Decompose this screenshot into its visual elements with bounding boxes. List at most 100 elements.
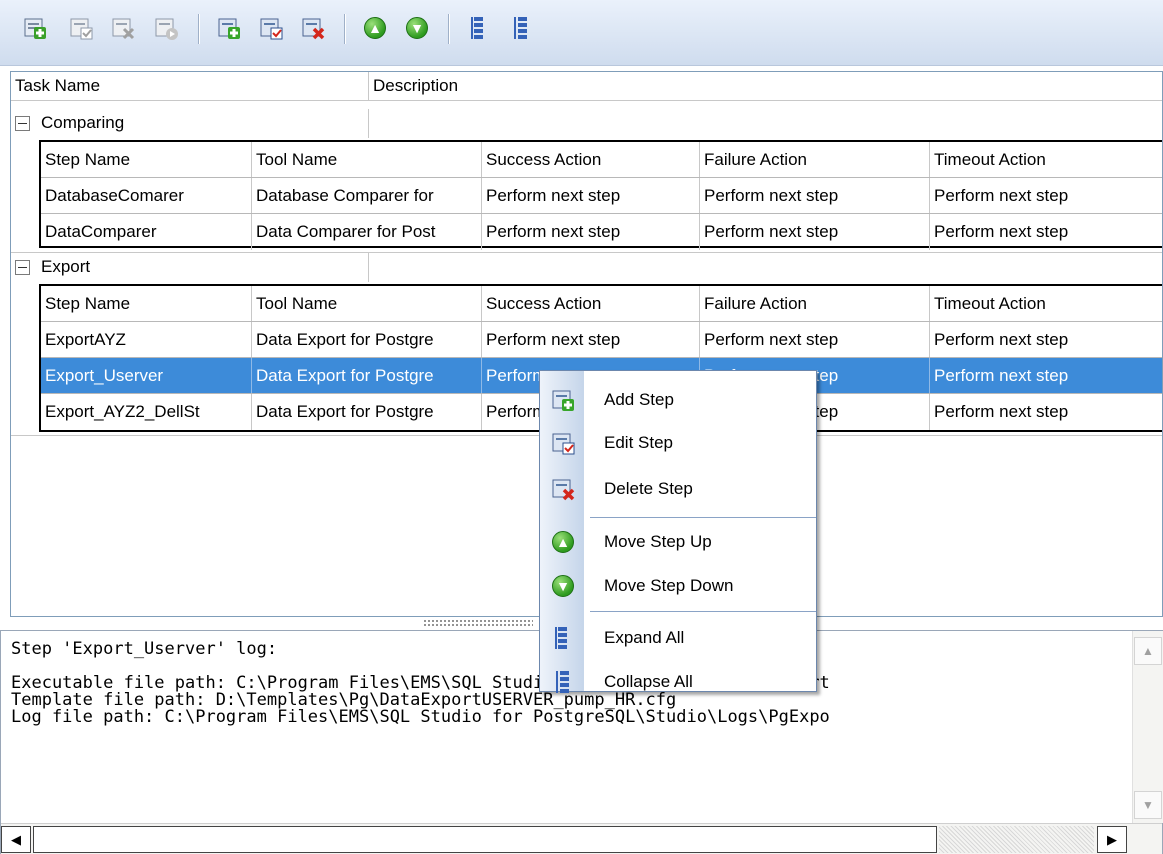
arrow-up-icon-wrap: ▲: [550, 529, 576, 555]
arrow-down-icon-wrap: ▼: [550, 573, 576, 599]
column-header-task-name[interactable]: Task Name: [11, 72, 369, 100]
timeout-action: Perform next step: [934, 366, 1069, 385]
scroll-down-button[interactable]: ▼: [1134, 791, 1162, 819]
grid-header: Task Name Description: [11, 72, 1162, 101]
move-up-button[interactable]: ▲: [360, 13, 390, 43]
edit-step-icon: [550, 430, 576, 456]
edit-task-icon: [70, 18, 93, 40]
delete-task-icon: [112, 18, 135, 40]
delete-task-button[interactable]: [108, 13, 138, 43]
arrow-down-icon: ▼: [1142, 798, 1154, 812]
step-name: Export_Userver: [41, 358, 252, 393]
success-action: Perform next step: [482, 214, 700, 250]
move-down-button[interactable]: ▼: [402, 13, 432, 43]
tool-name: Data Export for Postgre: [252, 358, 482, 393]
add-step-icon: [550, 387, 576, 413]
failure-action: Perform next step: [700, 322, 930, 357]
collapse-toggle-icon[interactable]: [15, 260, 30, 275]
menu-item-label: Expand All: [604, 628, 685, 647]
menu-separator: [590, 611, 816, 612]
arrow-down-icon: ▼: [552, 575, 574, 597]
toolbar-separator: [198, 14, 200, 44]
edit-task-button[interactable]: [66, 13, 96, 43]
column-header-timeout-action[interactable]: Timeout Action: [930, 142, 1162, 177]
step-name: Export_AYZ2_DellSt: [41, 394, 252, 430]
success-action: Perform next step: [482, 178, 700, 213]
edit-step-icon: [260, 18, 283, 40]
scroll-right-button[interactable]: ▶: [1097, 826, 1127, 853]
menu-item-edit-step[interactable]: Edit Step: [540, 422, 816, 466]
log-line: Log file path: C:\Program Files\EMS\SQL …: [11, 707, 830, 726]
task-name: Export: [37, 253, 369, 282]
splitter-handle[interactable]: [423, 619, 533, 627]
menu-item-add-step[interactable]: Add Step: [540, 379, 816, 423]
expand-all-button[interactable]: [464, 13, 494, 43]
tool-name: Data Export for Postgre: [252, 394, 482, 430]
step-name: DatabaseComarer: [41, 178, 252, 213]
menu-item-expand-all[interactable]: Expand All: [540, 617, 816, 661]
arrow-up-icon: ▲: [552, 531, 574, 553]
column-header-success-action[interactable]: Success Action: [482, 142, 700, 177]
vertical-scrollbar[interactable]: ▲ ▼: [1132, 631, 1163, 823]
menu-item-move-step-up[interactable]: ▲ Move Step Up: [540, 521, 816, 565]
horizontal-scrollbar[interactable]: ◀ ▶: [1, 823, 1162, 854]
table-row[interactable]: DatabaseComarer Database Comparer for Pe…: [41, 178, 1162, 214]
add-step-button[interactable]: [214, 13, 244, 43]
column-header-description[interactable]: Description: [369, 72, 1162, 100]
task-name: Comparing: [37, 109, 369, 138]
collapse-all-icon: [550, 669, 576, 695]
delete-step-button[interactable]: [298, 13, 328, 43]
tool-name: Data Comparer for Post: [252, 214, 482, 250]
column-header-success-action[interactable]: Success Action: [482, 286, 700, 321]
arrow-up-icon: ▲: [1142, 644, 1154, 658]
table-row[interactable]: DataComparer Data Comparer for Post Perf…: [41, 214, 1162, 250]
column-header-tool-name[interactable]: Tool Name: [252, 286, 482, 321]
arrow-left-icon: ◀: [11, 831, 21, 847]
column-header-failure-action[interactable]: Failure Action: [700, 286, 930, 321]
timeout-action: Perform next step: [934, 186, 1069, 205]
arrow-down-icon: ▼: [406, 17, 428, 39]
step-name: DataComparer: [41, 214, 252, 250]
column-header-timeout-action[interactable]: Timeout Action: [930, 286, 1162, 321]
scroll-left-button[interactable]: ◀: [1, 826, 31, 853]
failure-action: Perform next step: [700, 214, 930, 250]
timeout-action: Perform next step: [934, 330, 1069, 349]
column-header-step-name[interactable]: Step Name: [41, 286, 252, 321]
collapse-all-button[interactable]: [506, 13, 536, 43]
add-task-icon: [24, 18, 46, 39]
context-menu: Add Step Edit Step Delete Step ▲ Move St…: [539, 370, 817, 693]
column-header-failure-action[interactable]: Failure Action: [700, 142, 930, 177]
column-header-step-name[interactable]: Step Name: [41, 142, 252, 177]
scroll-up-button[interactable]: ▲: [1134, 637, 1162, 665]
scroll-track[interactable]: [939, 826, 1094, 853]
column-header-tool-name[interactable]: Tool Name: [252, 142, 482, 177]
menu-item-move-step-down[interactable]: ▼ Move Step Down: [540, 565, 816, 609]
add-task-button[interactable]: [20, 13, 50, 43]
menu-separator: [590, 517, 816, 518]
toolbar-separator: [344, 14, 346, 44]
expand-all-icon: [550, 625, 576, 651]
menu-item-collapse-all[interactable]: Collapse All: [540, 661, 816, 705]
tool-name: Database Comparer for: [252, 178, 482, 213]
menu-item-delete-step[interactable]: Delete Step: [540, 468, 816, 512]
run-task-icon: [155, 18, 178, 40]
table-row[interactable]: ExportAYZ Data Export for Postgre Perfor…: [41, 322, 1162, 358]
step-table-header: Step Name Tool Name Success Action Failu…: [41, 142, 1162, 178]
delete-step-icon: [302, 18, 325, 40]
delete-step-icon: [550, 476, 576, 502]
timeout-action: Perform next step: [934, 402, 1069, 421]
failure-action: Perform next step: [700, 178, 930, 213]
scroll-thumb[interactable]: [33, 826, 937, 853]
task-row-comparing[interactable]: Comparing: [11, 109, 369, 138]
edit-step-button[interactable]: [256, 13, 286, 43]
step-name: ExportAYZ: [41, 322, 252, 357]
step-table-comparing: Step Name Tool Name Success Action Failu…: [39, 140, 1162, 250]
run-task-button[interactable]: [151, 13, 181, 43]
collapse-toggle-icon[interactable]: [15, 116, 30, 131]
add-step-icon: [218, 18, 240, 39]
timeout-action: Perform next step: [934, 222, 1069, 241]
task-row-export[interactable]: Export: [11, 253, 369, 282]
menu-item-label: Delete Step: [604, 479, 693, 498]
arrow-right-icon: ▶: [1107, 831, 1117, 847]
menu-item-label: Move Step Up: [604, 532, 712, 551]
